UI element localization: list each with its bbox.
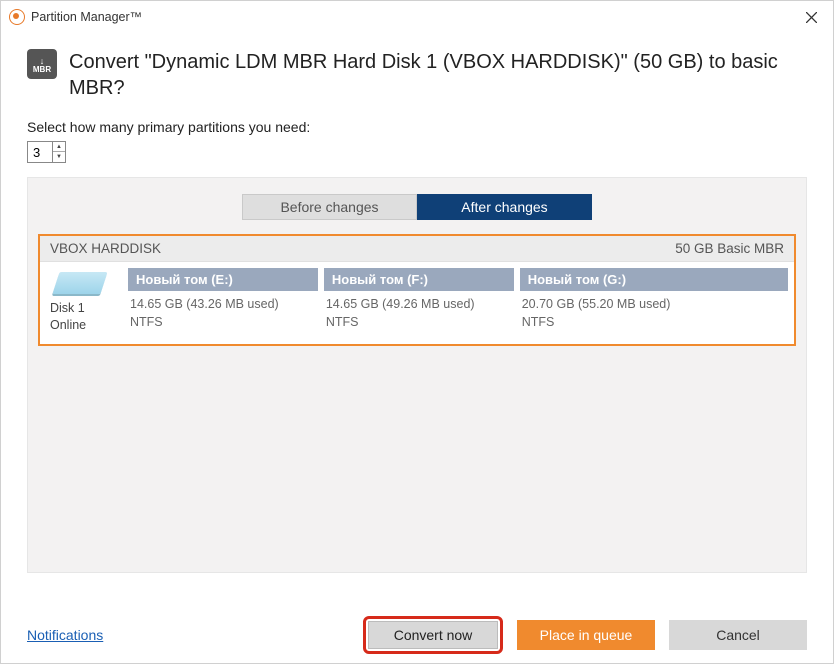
disk-icon	[52, 272, 107, 294]
disk-label: Disk 1	[50, 300, 118, 317]
app-window: Partition Manager™ ↓ MBR Convert "Dynami…	[0, 0, 834, 664]
content-area: ↓ MBR Convert "Dynamic LDM MBR Hard Disk…	[1, 33, 833, 573]
partition-e[interactable]: Новый том (E:) 14.65 GB (43.26 MB used) …	[128, 268, 318, 334]
stepper-up-icon[interactable]: ▲	[53, 142, 65, 152]
partition-title: Новый том (E:)	[128, 268, 318, 291]
convert-now-button[interactable]: Convert now	[368, 621, 498, 649]
partition-g[interactable]: Новый том (G:) 20.70 GB (55.20 MB used) …	[520, 268, 788, 334]
footer: Notifications Convert now Place in queue…	[1, 607, 833, 663]
partition-title: Новый том (F:)	[324, 268, 514, 291]
partition-size: 20.70 GB (55.20 MB used)	[522, 295, 786, 313]
cancel-button[interactable]: Cancel	[669, 620, 807, 650]
window-title: Partition Manager™	[31, 10, 142, 24]
disk-summary: 50 GB Basic MBR	[675, 241, 784, 256]
partition-row: Disk 1 Online Новый том (E:) 14.65 GB (4…	[40, 262, 794, 344]
disk-info-cell: Disk 1 Online	[46, 268, 122, 334]
disk-header: VBOX HARDDISK 50 GB Basic MBR	[40, 236, 794, 262]
partition-size: 14.65 GB (43.26 MB used)	[130, 295, 316, 313]
mbr-icon-label: MBR	[33, 66, 51, 74]
partition-f[interactable]: Новый том (F:) 14.65 GB (49.26 MB used) …	[324, 268, 514, 334]
preview-panel: Before changes After changes VBOX HARDDI…	[27, 177, 807, 573]
titlebar: Partition Manager™	[1, 1, 833, 33]
partition-count-label: Select how many primary partitions you n…	[27, 119, 807, 135]
page-header: ↓ MBR Convert "Dynamic LDM MBR Hard Disk…	[27, 49, 807, 101]
disk-container: VBOX HARDDISK 50 GB Basic MBR Disk 1 Onl…	[38, 234, 796, 346]
stepper-down-icon[interactable]: ▼	[53, 152, 65, 162]
convert-now-highlight: Convert now	[363, 616, 503, 654]
partition-count-input[interactable]	[28, 142, 52, 162]
place-in-queue-button[interactable]: Place in queue	[517, 620, 655, 650]
disk-status: Online	[50, 317, 118, 334]
tabs: Before changes After changes	[38, 194, 796, 220]
page-title: Convert "Dynamic LDM MBR Hard Disk 1 (VB…	[69, 49, 807, 101]
partition-fs: NTFS	[522, 313, 786, 331]
close-button[interactable]	[799, 7, 823, 27]
tab-before-changes[interactable]: Before changes	[242, 194, 417, 220]
partition-fs: NTFS	[326, 313, 512, 331]
disk-name: VBOX HARDDISK	[50, 241, 161, 256]
partition-fs: NTFS	[130, 313, 316, 331]
convert-mbr-icon: ↓ MBR	[27, 49, 57, 79]
notifications-link[interactable]: Notifications	[27, 627, 103, 643]
close-icon	[806, 12, 817, 23]
partition-count-stepper[interactable]: ▲ ▼	[27, 141, 66, 163]
tab-after-changes[interactable]: After changes	[417, 194, 592, 220]
partition-size: 14.65 GB (49.26 MB used)	[326, 295, 512, 313]
partition-title: Новый том (G:)	[520, 268, 788, 291]
app-icon	[9, 9, 25, 25]
